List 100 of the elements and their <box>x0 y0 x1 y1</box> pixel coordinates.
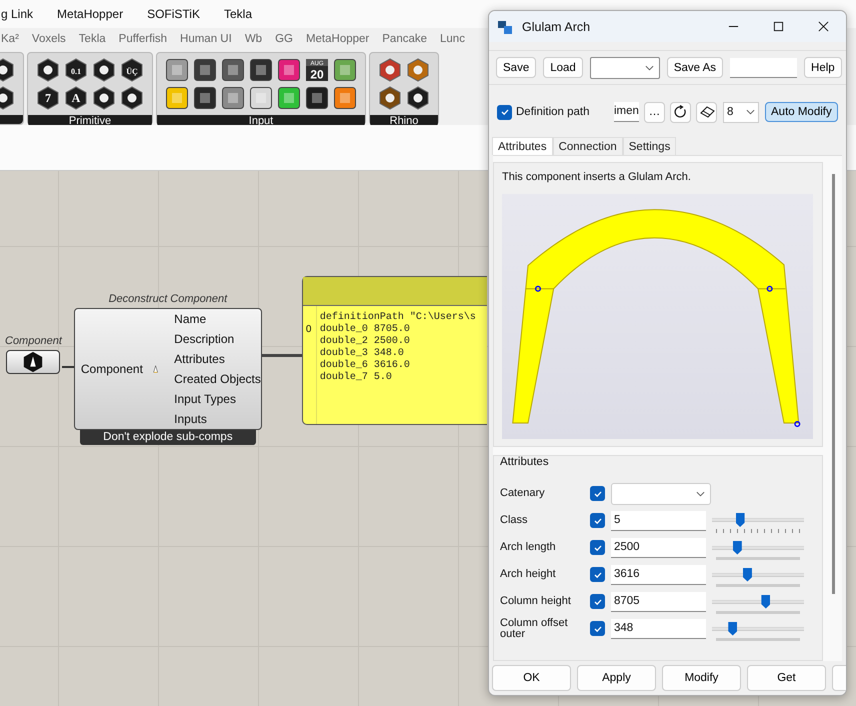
panel-line: double_3 348.0 <box>320 348 405 360</box>
ribbon-tab[interactable]: Voxels <box>32 33 66 45</box>
checkbox[interactable] <box>590 513 605 528</box>
preset-dropdown[interactable]: 8 <box>723 102 759 122</box>
square-icon[interactable] <box>165 86 189 110</box>
attribute-label: Class <box>500 515 529 526</box>
hexagon-icon[interactable] <box>120 86 144 110</box>
node-label: Component <box>5 335 62 347</box>
ribbon-tab[interactable]: MetaHopper <box>306 33 370 45</box>
maximize-icon[interactable] <box>773 21 784 32</box>
param-node[interactable] <box>6 350 60 374</box>
menu-item[interactable]: MetaHopper <box>57 7 124 21</box>
dropdown[interactable] <box>590 56 660 78</box>
slider-thumb[interactable] <box>742 568 752 582</box>
scrollbar[interactable] <box>832 174 835 594</box>
hexagon-icon[interactable] <box>92 86 116 110</box>
ribbon-tab[interactable]: Wb <box>244 33 262 45</box>
ribbon-tab[interactable]: Tekla <box>78 33 106 45</box>
caret-icon <box>746 109 755 115</box>
ribbon-tab[interactable]: GG <box>275 33 293 45</box>
slider-thumb[interactable] <box>732 540 742 554</box>
component-footer: Don't explode sub-comps <box>80 430 256 445</box>
input-field[interactable] <box>730 58 798 78</box>
toolbar-button[interactable]: Save As <box>666 57 724 78</box>
panel-line: double_0 8705.0 <box>320 324 411 336</box>
ribbon-tab[interactable]: Lunc <box>440 33 465 45</box>
attribute-label: Arch height <box>500 569 557 580</box>
browse-button[interactable]: … <box>644 102 665 122</box>
ribbon-tab[interactable]: Ka² <box>1 33 19 45</box>
component-node[interactable]: Component Name Description Attributes Created Objects Input Types Inputs <box>74 308 262 430</box>
checkbox-label: Definition path <box>516 106 591 118</box>
hexagon-icon[interactable] <box>92 58 116 82</box>
square-icon[interactable] <box>193 86 217 110</box>
dialog-button[interactable]: Get <box>747 665 826 691</box>
square-icon[interactable] <box>221 58 245 82</box>
input-label: Component <box>80 362 143 376</box>
output-label: Inputs <box>174 411 208 428</box>
ribbon-tab[interactable]: Pufferfish <box>118 33 168 45</box>
toolbar-button[interactable]: Help <box>804 57 842 78</box>
hexagon-icon[interactable]: 0.1 <box>64 58 88 82</box>
refresh-button[interactable] <box>670 102 691 122</box>
output-label: Name <box>174 311 208 328</box>
hexagon-icon[interactable]: A <box>64 86 88 110</box>
slider-thumb[interactable] <box>728 622 738 636</box>
output-label: Description <box>174 331 236 348</box>
hexagon-icon[interactable] <box>36 58 60 82</box>
slider-thumb[interactable] <box>736 513 745 527</box>
ribbon-tab[interactable]: Human UI <box>180 33 232 45</box>
hexagon-icon[interactable] <box>378 86 402 110</box>
square-icon[interactable] <box>165 58 189 82</box>
value-field[interactable]: 8705 <box>611 592 706 612</box>
square-icon[interactable] <box>249 58 273 82</box>
output-label: Input Types <box>174 391 237 408</box>
menu-item[interactable]: SOFiSTiK <box>147 7 200 21</box>
hexagon-icon[interactable]: ÜÇ <box>120 58 144 82</box>
panel-line: double_6 3616.0 <box>320 360 411 372</box>
auto-modify-button[interactable]: Auto Modify <box>765 102 838 122</box>
value-field[interactable]: 2500 <box>611 538 706 558</box>
tab[interactable]: Connection <box>552 137 623 155</box>
eraser-icon <box>698 106 714 118</box>
check-icon <box>500 107 510 117</box>
tab[interactable]: Attributes <box>492 137 553 155</box>
ribbon-tab[interactable]: Pancake <box>382 33 428 45</box>
menu-item[interactable]: g Link <box>1 7 34 21</box>
dialog-button[interactable]: OK <box>492 665 571 691</box>
tab[interactable]: Settings <box>622 137 676 155</box>
square-icon[interactable] <box>193 58 217 82</box>
path-field[interactable]: imen <box>614 102 639 122</box>
square-icon[interactable] <box>305 86 329 110</box>
toolbar-button[interactable]: Save <box>496 57 536 78</box>
panel-line: double_7 5.0 <box>320 372 393 384</box>
hexagon-icon[interactable] <box>406 86 430 110</box>
checkbox[interactable] <box>590 567 605 582</box>
attribute-label: Column offset outer <box>500 618 569 640</box>
toolbar-button[interactable]: Load <box>543 57 583 78</box>
value-field[interactable]: 348 <box>611 618 706 638</box>
checkbox[interactable] <box>590 621 605 636</box>
checkbox[interactable] <box>590 486 605 501</box>
panel-line: double_2 2500.0 <box>320 336 411 348</box>
square-icon[interactable] <box>333 86 357 110</box>
square-icon[interactable] <box>333 58 357 82</box>
eraser-button[interactable] <box>696 102 717 122</box>
dialog-button[interactable]: Apply <box>577 665 656 691</box>
value-field[interactable]: 3616 <box>611 564 706 584</box>
square-icon[interactable] <box>277 86 301 110</box>
close-icon[interactable] <box>818 21 829 32</box>
caret-icon <box>644 64 654 70</box>
square-icon[interactable] <box>221 86 245 110</box>
dialog-button[interactable]: Modify <box>662 665 741 691</box>
slider-thumb[interactable] <box>761 594 770 608</box>
value-field[interactable]: 5 <box>611 510 706 530</box>
hexagon-icon[interactable]: 7 <box>36 86 60 110</box>
checkbox[interactable] <box>590 540 605 555</box>
checkbox[interactable] <box>590 594 605 609</box>
menu-item[interactable]: Tekla <box>224 7 252 21</box>
text-panel[interactable]: 0 definitionPath "C:\Users\s double_0 8705.0 double_2 2500.0 double_3 348.0 double_6 3616.0 double_7 5.0 <box>302 276 487 425</box>
square-icon[interactable] <box>249 86 273 110</box>
checkbox[interactable] <box>497 104 512 120</box>
window-title: Glulam Arch <box>522 20 592 34</box>
square-icon[interactable] <box>277 58 301 82</box>
